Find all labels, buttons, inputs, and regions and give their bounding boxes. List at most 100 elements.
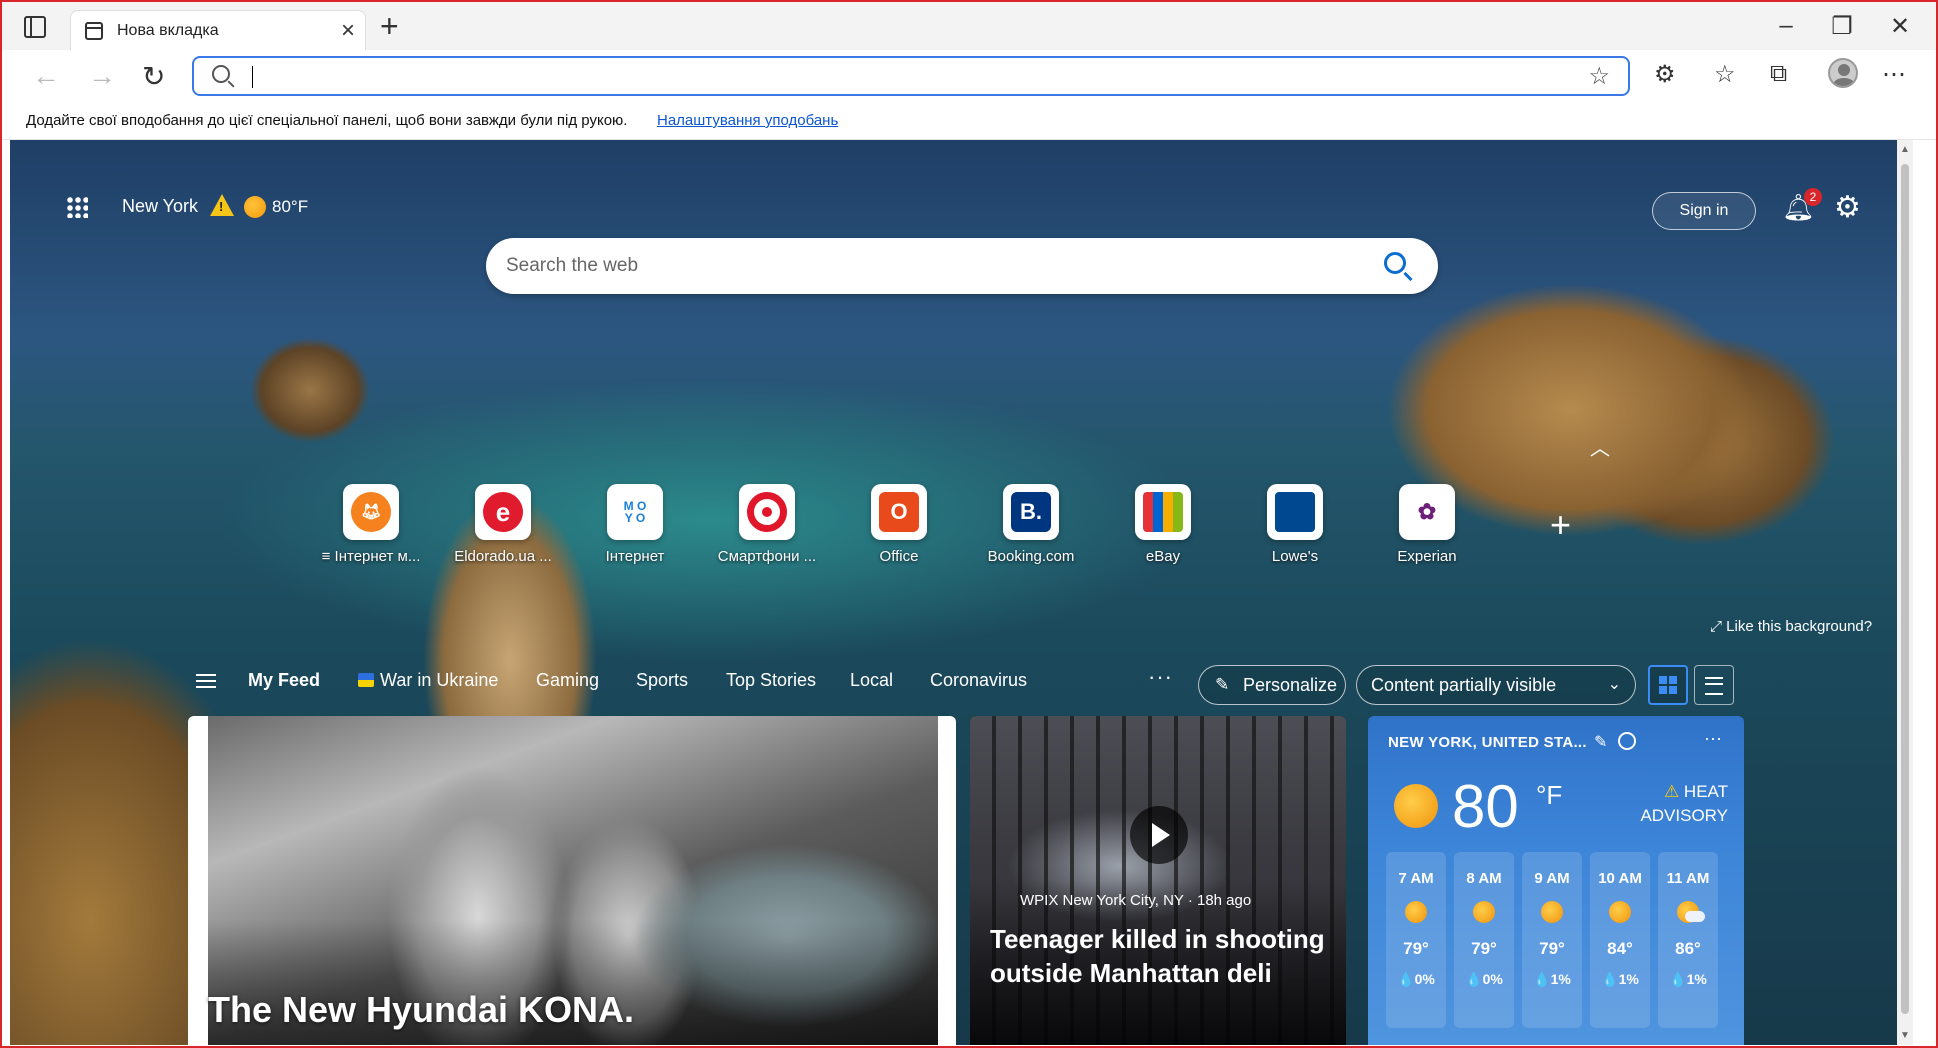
add-favorite-icon[interactable]: ☆ xyxy=(1588,62,1610,91)
settings-gear-icon[interactable]: ⚙ xyxy=(1834,190,1861,225)
like-background-link[interactable]: ⤢ Like this background? xyxy=(1710,618,1872,635)
feed-menu-icon[interactable] xyxy=(196,674,216,688)
more-options-icon[interactable]: ··· xyxy=(1704,728,1722,749)
quick-link-3[interactable]: Смартфони ... xyxy=(712,484,822,565)
grid-view-button[interactable] xyxy=(1648,665,1688,705)
tab-local[interactable]: Local xyxy=(850,670,893,691)
sun-icon xyxy=(244,196,266,218)
weather-card[interactable]: NEW YORK, UNITED STA... ✎ ··· 80 °F ⚠ HE… xyxy=(1368,716,1744,1045)
tab-coronavirus[interactable]: Coronavirus xyxy=(930,670,1027,691)
hourly-forecast-item[interactable]: 11 AM 86° 💧1% xyxy=(1658,852,1718,1028)
new-tab-button[interactable]: + xyxy=(380,10,399,42)
profile-avatar[interactable] xyxy=(1828,58,1858,88)
content-visibility-dropdown[interactable]: Content partially visible ⌄ xyxy=(1356,665,1636,705)
header-temperature[interactable]: 80°F xyxy=(272,197,308,217)
quick-link-label: Experian xyxy=(1397,548,1457,565)
partly-cloudy-icon xyxy=(1677,901,1705,923)
hourly-forecast-item[interactable]: 8 AM 79° 💧0% xyxy=(1454,852,1514,1028)
search-placeholder: Search the web xyxy=(506,255,639,276)
hourly-forecast-item[interactable]: 7 AM 79° 💧0% xyxy=(1386,852,1446,1028)
hour-time: 11 AM xyxy=(1666,870,1710,887)
quick-link-tile: M OY O xyxy=(607,484,663,540)
new-tab-page: New York 80°F Sign in 🔔︎ 2 ⚙ Search the … xyxy=(10,140,1913,1045)
tab-sports[interactable]: Sports xyxy=(636,670,688,691)
content-visibility-value: Content partially visible xyxy=(1371,675,1557,695)
new-tab-page-icon xyxy=(85,22,103,40)
close-tab-icon[interactable]: × xyxy=(341,17,355,45)
chevron-down-icon: ⌄ xyxy=(1607,676,1621,693)
address-bar[interactable]: ☆ xyxy=(192,56,1630,96)
quick-link-7[interactable]: Lowe's xyxy=(1240,484,1350,565)
minimize-button[interactable]: – xyxy=(1766,12,1806,40)
scroll-up-icon[interactable]: ▲ xyxy=(1900,144,1910,155)
list-view-button[interactable] xyxy=(1694,665,1734,705)
tab-gaming[interactable]: Gaming xyxy=(536,670,599,691)
tab-top-stories[interactable]: Top Stories xyxy=(726,670,816,691)
hour-time: 7 AM xyxy=(1398,870,1434,887)
sun-icon xyxy=(1405,901,1427,923)
quick-link-8[interactable]: ✿ Experian xyxy=(1372,484,1482,565)
more-menu-icon[interactable]: ⋯ xyxy=(1882,60,1906,89)
news-headline[interactable]: Teenager killed in shooting outside Manh… xyxy=(990,922,1330,990)
news-video-thumbnail xyxy=(970,716,1346,1045)
warning-icon[interactable] xyxy=(210,194,234,216)
add-quick-link-button[interactable]: + xyxy=(1550,504,1571,546)
quick-link-0[interactable]: 🦊︎ ≡ Інтернет м... xyxy=(316,484,426,565)
news-card[interactable]: WPIX New York City, NY · 18h ago Teenage… xyxy=(970,716,1346,1045)
hour-time: 9 AM xyxy=(1534,870,1570,887)
hourly-forecast-item[interactable]: 10 AM 84° 💧1% xyxy=(1590,852,1650,1028)
hour-temp: 79° xyxy=(1471,939,1497,958)
forward-button[interactable]: → xyxy=(88,60,116,92)
weather-temperature: 80 xyxy=(1452,773,1519,840)
favorites-icon[interactable]: ☆ xyxy=(1714,60,1736,89)
edit-location-icon[interactable]: ✎ xyxy=(1594,732,1607,752)
restore-button[interactable]: ❐ xyxy=(1822,12,1862,41)
lowes-icon xyxy=(1275,492,1315,532)
tab-strip: Нова вкладка × + – ❐ ✕ xyxy=(2,2,1936,50)
heat-advisory-alert[interactable]: ⚠ HEAT ADVISORY xyxy=(1608,780,1728,828)
weather-location: NEW YORK, UNITED STA... xyxy=(1388,734,1587,751)
booking-icon: B. xyxy=(1011,492,1051,532)
back-button[interactable]: ← xyxy=(32,60,60,92)
hour-precip: 💧0% xyxy=(1397,971,1435,987)
ad-card[interactable]: The New Hyundai KONA. xyxy=(188,716,956,1045)
more-topics-icon[interactable]: ··· xyxy=(1148,664,1173,690)
tab-actions-icon[interactable] xyxy=(24,16,46,38)
search-icon xyxy=(212,65,230,83)
quick-link-5[interactable]: B. Booking.com xyxy=(976,484,1086,565)
hourly-forecast-item[interactable]: 9 AM 79° 💧1% xyxy=(1522,852,1582,1028)
tab-new-tab[interactable]: Нова вкладка × xyxy=(70,10,366,50)
weather-location[interactable]: New York xyxy=(122,196,198,217)
close-window-button[interactable]: ✕ xyxy=(1880,12,1920,41)
quick-link-6[interactable]: eBay xyxy=(1108,484,1218,565)
scrollbar-thumb[interactable] xyxy=(1901,164,1909,1014)
web-search-box[interactable]: Search the web xyxy=(486,238,1438,294)
app-launcher-icon[interactable] xyxy=(66,196,88,218)
globe-icon[interactable] xyxy=(1618,732,1636,750)
quick-link-2[interactable]: M OY O Інтернет xyxy=(580,484,690,565)
favorites-bar: Додайте свої вподобання до цієї спеціаль… xyxy=(2,102,1936,140)
personalize-button[interactable]: ✎ Personalize xyxy=(1198,665,1346,705)
favorites-settings-link[interactable]: Налаштування уподобань xyxy=(657,112,838,129)
refresh-button[interactable]: ↻ xyxy=(142,60,165,93)
play-icon[interactable] xyxy=(1130,806,1188,864)
page-scrollbar[interactable]: ▲ ▼ xyxy=(1897,140,1913,1045)
hour-temp: 79° xyxy=(1403,939,1429,958)
search-icon[interactable] xyxy=(1384,252,1406,274)
quick-link-1[interactable]: e Eldorado.ua ... xyxy=(448,484,558,565)
scroll-down-icon[interactable]: ▼ xyxy=(1900,1030,1910,1041)
quick-link-tile xyxy=(739,484,795,540)
notification-badge: 2 xyxy=(1804,188,1822,206)
sign-in-button[interactable]: Sign in xyxy=(1652,192,1756,230)
tab-my-feed[interactable]: My Feed xyxy=(248,670,320,691)
collections-icon[interactable]: ⧉ xyxy=(1770,60,1787,88)
tab-war-in-ukraine[interactable]: War in Ukraine xyxy=(358,670,498,691)
hour-temp: 84° xyxy=(1607,939,1633,958)
quick-link-label: Office xyxy=(879,548,919,565)
quick-link-label: ≡ Інтернет м... xyxy=(321,548,421,565)
browser-window: Нова вкладка × + – ❐ ✕ ← → ↻ ☆ ⚙ ☆ ⧉ ⋯ Д… xyxy=(0,0,1938,1048)
quick-link-4[interactable]: O Office xyxy=(844,484,954,565)
chevron-up-icon[interactable]: ︿ xyxy=(1590,432,1610,461)
temperature-unit[interactable]: °F xyxy=(1536,780,1562,811)
extensions-icon[interactable]: ⚙ xyxy=(1654,60,1676,89)
